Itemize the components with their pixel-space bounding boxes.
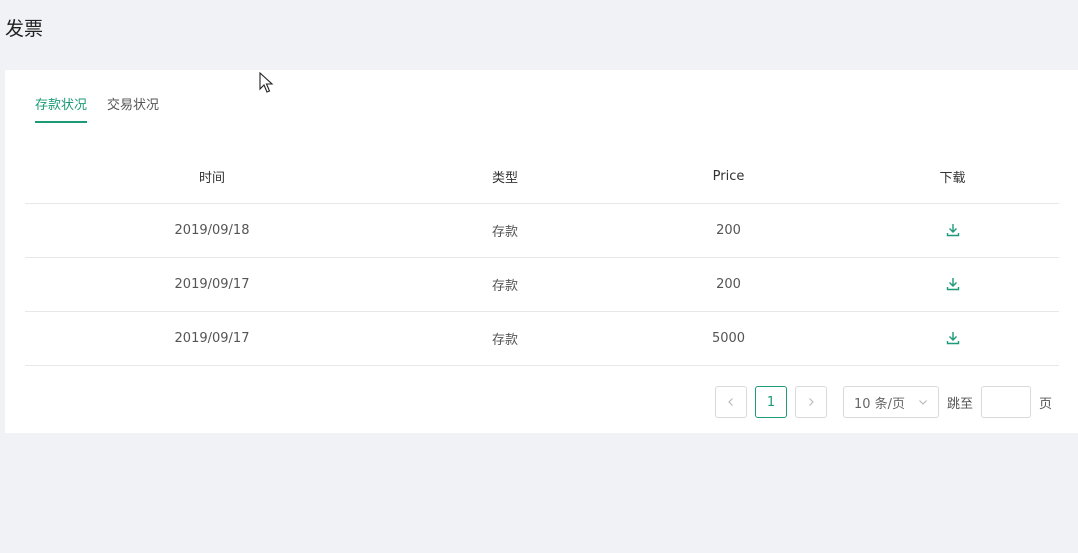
table-row: 2019/09/17 存款 5000 [25,312,1059,366]
jump-to-label: 跳至 [946,396,973,412]
jump-page-input[interactable] [980,386,1031,418]
table-row: 2019/09/17 存款 200 [25,258,1059,312]
download-icon[interactable] [944,275,962,293]
invoice-card: 存款状况 交易状况 时间 类型 Price 下载 2019/09/18 存款 2… [5,70,1078,433]
page-button-current[interactable]: 1 [754,386,787,418]
column-header-type: 类型 [491,171,518,186]
page-size-value: 10 条/页 [853,396,906,412]
table-row: 2019/09/18 存款 200 [25,204,1059,258]
row-type: 存款 [491,225,518,240]
row-price: 5000 [711,331,746,346]
row-download [846,221,1059,241]
page-size-select[interactable]: 10 条/页 [842,386,939,418]
row-date: 2019/09/17 [174,277,250,292]
table-header-row: 时间 类型 Price 下载 [25,150,1059,204]
jump-page-suffix: 页 [1038,396,1052,412]
page-title: 发票 [5,18,44,40]
tab-transaction-status[interactable]: 交易状况 [107,94,159,123]
chevron-right-icon [809,398,814,406]
chevron-down-icon [919,400,927,405]
row-type: 存款 [491,333,518,348]
chevron-left-icon [728,398,733,406]
next-page-button[interactable] [794,386,827,418]
prev-page-button[interactable] [714,386,747,418]
row-date: 2019/09/17 [174,331,250,346]
download-icon[interactable] [944,221,962,239]
invoice-table: 时间 类型 Price 下载 2019/09/18 存款 200 2019/09… [25,150,1059,366]
column-header-download: 下载 [939,171,966,186]
column-header-time: 时间 [198,171,225,186]
tab-deposit-status[interactable]: 存款状况 [35,94,88,123]
row-type: 存款 [491,279,518,294]
row-price: 200 [716,277,741,292]
pagination: 1 10 条/页 跳至 页 [714,386,1060,418]
row-price: 200 [716,223,741,238]
row-download [846,329,1059,349]
column-header-price: Price [712,169,745,184]
mouse-pointer-icon [259,72,274,93]
row-download [846,275,1059,295]
row-date: 2019/09/18 [174,223,250,238]
tab-bar: 存款状况 交易状况 [35,94,159,123]
download-icon[interactable] [944,329,962,347]
